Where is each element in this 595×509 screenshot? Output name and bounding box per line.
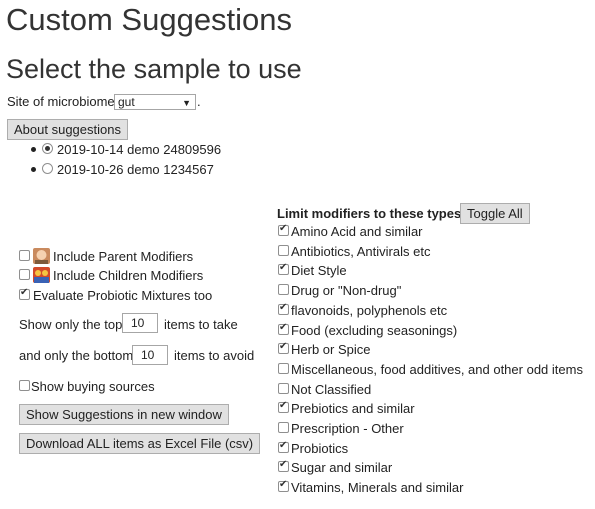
bottom-count-input[interactable]: 10 xyxy=(132,345,168,365)
sample-label-2: 2019-10-26 demo 1234567 xyxy=(57,162,214,177)
download-csv-button[interactable]: Download ALL items as Excel File (csv) xyxy=(19,433,261,454)
top-count-input[interactable]: 10 xyxy=(122,313,158,333)
sample-radio-1[interactable] xyxy=(42,143,53,154)
modifier-label: Food (excluding seasonings) xyxy=(291,323,458,338)
show-suggestions-button[interactable]: Show Suggestions in new window xyxy=(19,404,229,425)
modifier-checkbox[interactable] xyxy=(278,383,289,394)
modifier-label: flavonoids, polyphenols etc xyxy=(291,303,448,318)
modifier-checkbox[interactable] xyxy=(278,400,289,413)
modifier-label: Sugar and similar xyxy=(291,460,393,475)
modifier-label: Not Classified xyxy=(291,382,372,397)
sample-radio-2[interactable] xyxy=(42,163,53,174)
modifiers-heading: Limit modifiers to these types: xyxy=(277,206,466,221)
modifier-checkbox[interactable] xyxy=(278,363,289,374)
page-title: Custom Suggestions xyxy=(6,2,293,37)
about-suggestions-button[interactable]: About suggestions xyxy=(7,119,128,140)
top-suffix-label: items to take xyxy=(164,317,238,332)
bottom-suffix-label: items to avoid xyxy=(174,348,255,363)
include-parent-label: Include Parent Modifiers xyxy=(53,249,194,264)
modifier-label: Amino Acid and similar xyxy=(291,224,423,239)
bottom-prefix-label: and only the bottom xyxy=(19,348,134,363)
sample-label-1: 2019-10-14 demo 24809596 xyxy=(57,142,222,157)
modifier-label: Prebiotics and similar xyxy=(291,401,415,416)
modifier-checkbox[interactable] xyxy=(278,322,289,335)
include-parent-checkbox[interactable] xyxy=(19,250,30,261)
modifier-label: Antibiotics, Antivirals etc xyxy=(291,244,431,259)
page-subtitle: Select the sample to use xyxy=(6,54,302,84)
modifier-checkbox[interactable] xyxy=(278,223,289,236)
modifier-checkbox[interactable] xyxy=(278,341,289,354)
modifier-label: Probiotics xyxy=(291,441,349,456)
modifier-label: Vitamins, Minerals and similar xyxy=(291,480,464,495)
modifier-checkbox[interactable] xyxy=(278,440,289,453)
top-prefix-label: Show only the top xyxy=(19,317,123,332)
modifier-label: Diet Style xyxy=(291,263,347,278)
include-children-label: Include Children Modifiers xyxy=(53,268,204,283)
list-bullet xyxy=(31,167,36,172)
include-children-checkbox[interactable] xyxy=(19,269,30,280)
modifier-checkbox[interactable] xyxy=(278,302,289,315)
evaluate-probiotic-label: Evaluate Probiotic Mixtures too xyxy=(33,288,213,303)
modifier-checkbox[interactable] xyxy=(278,284,289,295)
modifier-checkbox[interactable] xyxy=(278,479,289,492)
modifier-label: Prescription - Other xyxy=(291,421,404,436)
modifier-label: Drug or "Non-drug" xyxy=(291,283,402,298)
evaluate-probiotic-checkbox[interactable] xyxy=(19,287,30,300)
dropdown-arrow-icon: ▼ xyxy=(182,98,191,108)
site-select[interactable]: gut ▼ xyxy=(114,94,196,110)
site-select-value: gut xyxy=(118,95,135,109)
toggle-all-button[interactable]: Toggle All xyxy=(460,203,530,224)
modifier-checkbox[interactable] xyxy=(278,262,289,275)
site-label: Site of microbiome xyxy=(7,94,115,109)
modifier-checkbox[interactable] xyxy=(278,245,289,256)
show-buying-checkbox[interactable] xyxy=(19,380,30,391)
modifier-checkbox[interactable] xyxy=(278,422,289,433)
modifier-checkbox[interactable] xyxy=(278,459,289,472)
modifier-label: Herb or Spice xyxy=(291,342,371,357)
children-emoji-icon xyxy=(33,267,50,283)
modifier-label: Miscellaneous, food additives, and other… xyxy=(291,362,583,377)
list-bullet xyxy=(31,147,36,152)
parent-emoji-icon xyxy=(33,248,50,264)
site-suffix: . xyxy=(197,94,201,109)
show-buying-label: Show buying sources xyxy=(31,379,155,394)
